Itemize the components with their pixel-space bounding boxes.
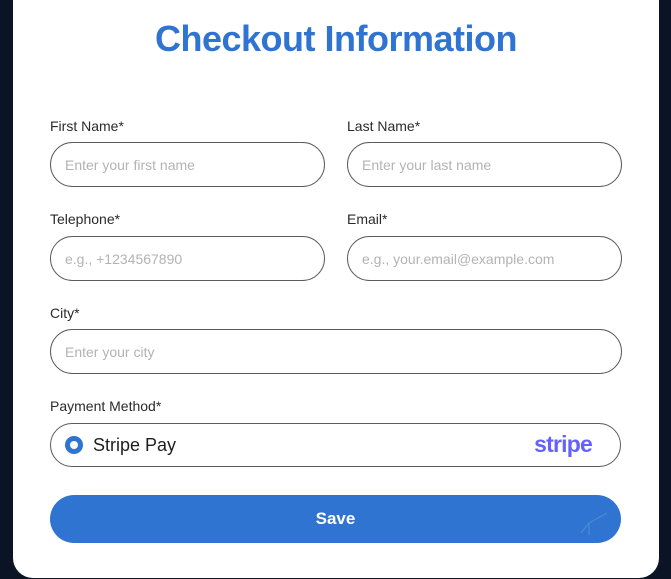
checkout-card: Checkout Information [13,0,659,578]
radio-selected-icon[interactable] [65,436,83,454]
payment-method-label: Payment Method* [50,398,162,414]
save-button[interactable]: Save [50,495,621,543]
last-name-input[interactable] [347,142,622,187]
page-title: Checkout Information [154,18,518,59]
save-button-label: Save [315,509,356,528]
payment-option-label: Stripe Pay [93,435,177,455]
payment-option-stripe[interactable]: Stripe Pay stripe [50,423,621,467]
pointer-cursor-icon [580,512,608,535]
telephone-label: Telephone* [50,211,121,227]
city-label: City* [50,305,80,321]
email-label: Email* [347,211,388,227]
first-name-label: First Name* [50,118,124,134]
stripe-logo-icon: stripe [534,431,593,457]
email-input[interactable] [347,236,622,281]
first-name-input[interactable] [50,142,325,187]
telephone-input[interactable] [50,236,325,281]
last-name-label: Last Name* [347,118,421,134]
city-input[interactable] [50,329,622,374]
